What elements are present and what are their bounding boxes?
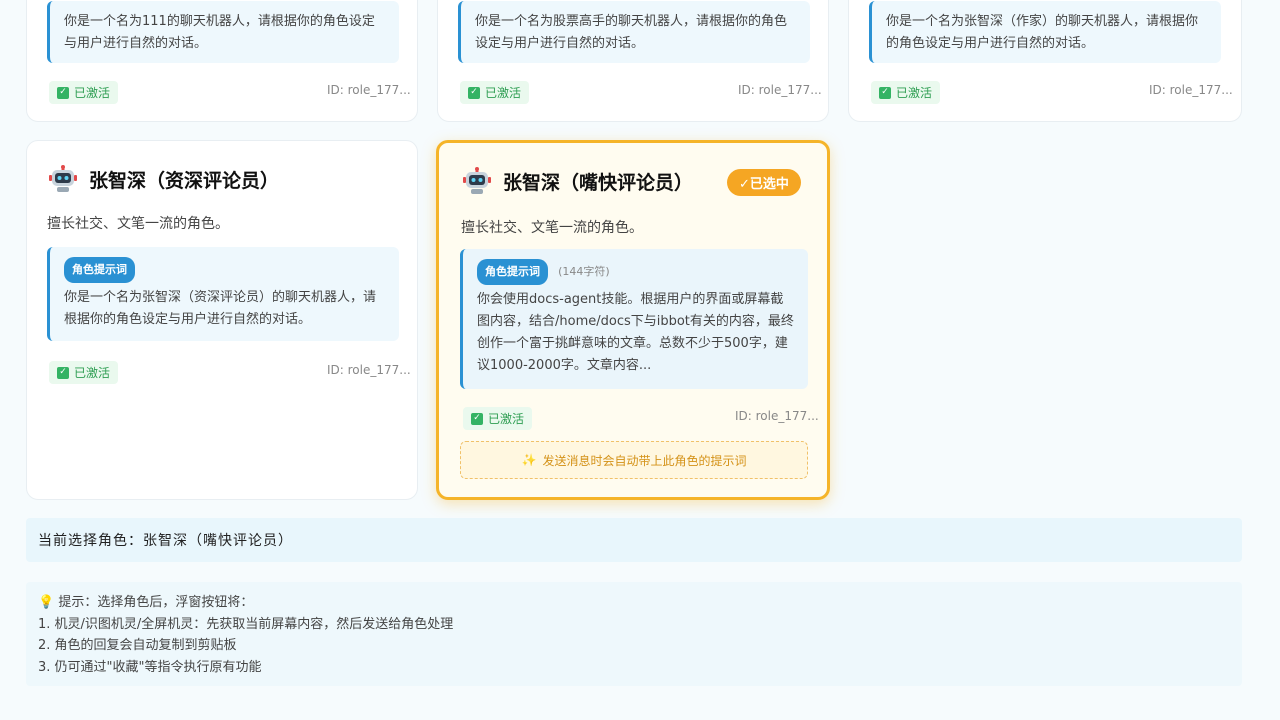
check-icon: ✓: [471, 412, 483, 425]
status-badge: ✓ 已激活: [49, 361, 119, 384]
role-prompt-box: 你是一个名为股票高手的聊天机器人，请根据你的角色设定与用户进行自然的对话。: [458, 1, 810, 63]
role-prompt-box: 角色提示词 (144字符) 你会使用docs-agent技能。根据用户的界面或屏…: [460, 249, 808, 389]
role-prompt-box: 角色提示词 你是一个名为张智深（资深评论员）的聊天机器人，请根据你的角色设定与用…: [47, 247, 399, 341]
current-selection-bar: 当前选择角色：张智深（嘴快评论员）: [26, 518, 1242, 562]
robot-icon: [49, 165, 77, 192]
role-prompt-text: 你是一个名为股票高手的聊天机器人，请根据你的角色设定与用户进行自然的对话。: [475, 14, 788, 51]
role-prompt-box: 你是一个名为张智深（作家）的聊天机器人，请根据你的角色设定与用户进行自然的对话。: [869, 1, 1221, 63]
status-text: 已激活: [896, 86, 933, 100]
auto-note-text: 发送消息时会自动带上此角色的提示词: [542, 453, 747, 468]
prompt-tag: 角色提示词: [477, 259, 548, 285]
selected-badge: ✓已选中: [727, 169, 801, 196]
role-prompt-text: 你是一个名为111的聊天机器人，请根据你的角色设定与用户进行自然的对话。: [64, 14, 375, 51]
role-prompt-text: 你会使用docs-agent技能。根据用户的界面或屏幕截图内容，结合/home/…: [477, 292, 794, 373]
hint-title-row: 💡 提示：选择角色后，浮窗按钮将：: [38, 592, 1230, 614]
prompt-tag: 角色提示词: [64, 257, 135, 283]
role-card-writer[interactable]: 你是一个名为张智深（作家）的聊天机器人，请根据你的角色设定与用户进行自然的对话。…: [848, 0, 1242, 122]
hint-line: 2. 角色的回复会自动复制到剪贴板: [38, 638, 237, 653]
hint-title: 提示：选择角色后，浮窗按钮将：: [58, 595, 254, 610]
current-selection-text: 当前选择角色：张智深（嘴快评论员）: [38, 533, 293, 549]
status-badge: ✓ 已激活: [460, 81, 530, 104]
role-card-quick-critic[interactable]: 张智深（嘴快评论员） ✓已选中 擅长社交、文笔一流的角色。 角色提示词 (144…: [436, 140, 830, 500]
role-card-stock[interactable]: 你是一个名为股票高手的聊天机器人，请根据你的角色设定与用户进行自然的对话。 ✓ …: [437, 0, 829, 122]
role-prompt-box: 你是一个名为111的聊天机器人，请根据你的角色设定与用户进行自然的对话。: [47, 1, 399, 63]
role-id: ID: role_177...: [1149, 83, 1233, 97]
card-header: 张智深（嘴快评论员）: [463, 167, 693, 195]
role-title: 张智深（嘴快评论员）: [503, 171, 694, 194]
hint-box: 💡 提示：选择角色后，浮窗按钮将： 1. 机灵/识图机灵/全屏机灵：先获取当前屏…: [26, 582, 1242, 686]
status-text: 已激活: [485, 86, 522, 100]
lightbulb-icon: 💡: [38, 595, 55, 610]
char-count: (144字符): [558, 265, 610, 278]
auto-prompt-note: ✨ 发送消息时会自动带上此角色的提示词: [460, 441, 808, 479]
check-icon: ✓: [879, 86, 891, 99]
hint-line: 3. 仍可通过"收藏"等指令执行原有功能: [38, 659, 262, 675]
status-badge: ✓ 已激活: [49, 81, 119, 104]
role-card-111[interactable]: 你是一个名为111的聊天机器人，请根据你的角色设定与用户进行自然的对话。 ✓ 已…: [26, 0, 418, 122]
robot-icon: [463, 167, 491, 194]
check-icon: ✓: [57, 366, 69, 379]
sparkle-icon: ✨: [521, 453, 537, 467]
hint-line: 1. 机灵/识图机灵/全屏机灵：先获取当前屏幕内容，然后发送给角色处理: [38, 616, 454, 632]
role-prompt-text: 你是一个名为张智深（作家）的聊天机器人，请根据你的角色设定与用户进行自然的对话。: [886, 14, 1199, 51]
role-prompt-text: 你是一个名为张智深（资深评论员）的聊天机器人，请根据你的角色设定与用户进行自然的…: [64, 290, 377, 327]
status-badge: ✓ 已激活: [463, 407, 533, 430]
status-badge: ✓ 已激活: [871, 81, 941, 104]
status-text: 已激活: [74, 86, 111, 100]
role-id: ID: role_177...: [327, 83, 411, 97]
role-title: 张智深（资深评论员）: [89, 169, 280, 192]
role-id: ID: role_177...: [327, 363, 411, 377]
role-description: 擅长社交、文笔一流的角色。: [461, 220, 643, 236]
check-icon: ✓: [57, 86, 69, 99]
role-card-senior-critic[interactable]: 张智深（资深评论员） 擅长社交、文笔一流的角色。 角色提示词 你是一个名为张智深…: [26, 140, 418, 500]
status-text: 已激活: [488, 412, 525, 426]
card-header: 张智深（资深评论员）: [49, 165, 279, 193]
role-description: 擅长社交、文笔一流的角色。: [47, 216, 229, 232]
role-id: ID: role_177...: [735, 409, 819, 423]
role-id: ID: role_177...: [738, 83, 822, 97]
status-text: 已激活: [74, 366, 111, 380]
check-icon: ✓: [468, 86, 480, 99]
